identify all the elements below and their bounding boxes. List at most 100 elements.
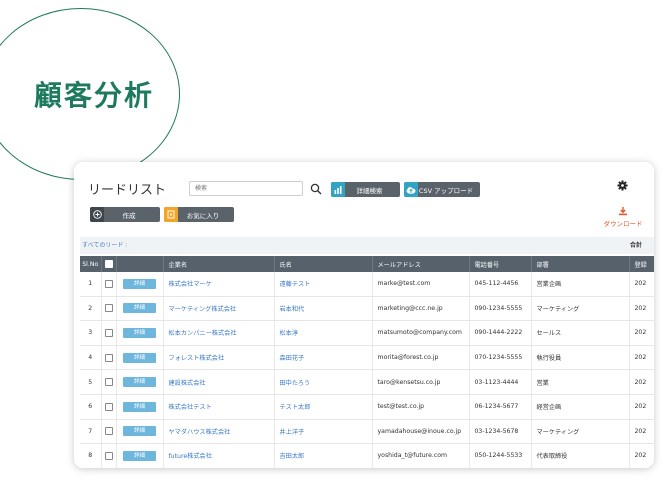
department-cell: 代表取締役 (531, 443, 630, 468)
contact-name-link[interactable]: テスト太郎 (280, 404, 311, 411)
company-link[interactable]: 株式会社マーケ (169, 281, 212, 288)
department-cell: 営業企画 (531, 272, 630, 297)
table-row: 8 詳細 future株式会社 吉田太郎 yoshida_t@future.com 050… (80, 443, 654, 468)
company-cell: future株式会社 (163, 443, 275, 468)
row-action-cell: 詳細 (116, 272, 164, 297)
company-link[interactable]: フォレスト株式会社 (169, 355, 225, 362)
detail-button[interactable]: 詳細 (123, 303, 156, 314)
row-checkbox[interactable] (104, 279, 113, 288)
col-header-email[interactable]: メールアドレス (372, 256, 470, 272)
table-row: 6 詳細 株式会社テスト テスト太郎 test@test.co.jp 06-1234-56… (80, 394, 654, 420)
company-link[interactable]: future株式会社 (169, 453, 212, 460)
lead-list-card: リードリスト 詳細検索 CSV アップロード 作成 お気に入 (74, 162, 654, 468)
contact-name-link[interactable]: 田中たろう (280, 380, 311, 387)
favorite-label: お気に入り (186, 211, 220, 220)
row-checkbox[interactable] (104, 378, 113, 387)
registered-cell: 202 (629, 320, 654, 346)
row-checkbox[interactable] (104, 328, 113, 337)
phone-cell: 070-1234-5555 (469, 345, 532, 371)
favorite-button[interactable]: お気に入り (164, 207, 234, 222)
row-number: 7 (80, 419, 102, 445)
view-selector[interactable]: すべてのリード ⁝ (82, 240, 127, 249)
csv-upload-button[interactable]: CSV アップロード (404, 182, 480, 197)
email-cell: matsumoto@company.com (372, 320, 470, 346)
registered-cell: 202 (629, 272, 654, 297)
contact-name-link[interactable]: 松本淳 (280, 330, 299, 337)
cloud-upload-icon (404, 182, 418, 197)
department-cell: 経営企画 (531, 394, 630, 420)
company-link[interactable]: 松本カンパニー株式会社 (169, 330, 237, 337)
row-action-cell: 詳細 (116, 369, 164, 395)
department-cell: 執行役員 (531, 345, 630, 371)
col-header-company[interactable]: 企業名 (163, 256, 275, 272)
row-checkbox[interactable] (104, 402, 113, 411)
table-row: 5 詳細 建設株式会社 田中たろう taro@kensetsu.co.jp 03-1123… (80, 369, 654, 395)
lead-table: Sl.No 企業名 氏名 メールアドレス 電話番号 部署 登録 1 詳細 株式会社マ… (80, 256, 654, 468)
email-cell: taro@kensetsu.co.jp (372, 369, 470, 395)
row-number: 5 (80, 369, 102, 395)
select-all-checkbox[interactable] (104, 260, 113, 268)
row-select-cell (101, 272, 117, 297)
detail-button[interactable]: 詳細 (123, 352, 156, 363)
row-select-cell (101, 419, 117, 445)
detail-search-label: 詳細検索 (356, 186, 383, 195)
contact-name-cell: 森田花子 (274, 345, 373, 371)
table-row: 3 詳細 松本カンパニー株式会社 松本淳 matsumoto@company.com 09… (80, 320, 654, 346)
col-header-name[interactable]: 氏名 (274, 256, 373, 272)
phone-cell: 03-1234-5678 (469, 419, 532, 445)
col-header-phone[interactable]: 電話番号 (469, 256, 532, 272)
row-select-cell (101, 369, 117, 395)
department-cell: マーケティング (531, 296, 630, 322)
create-button[interactable]: 作成 (90, 207, 160, 222)
search-input[interactable] (189, 181, 303, 196)
company-link[interactable]: 株式会社テスト (169, 404, 212, 411)
contact-name-link[interactable]: 岩本和代 (280, 306, 305, 313)
table-row: 2 詳細 マーケティング株式会社 岩本和代 marketing@ccc.ne.jp 090… (80, 296, 654, 322)
table-row: 4 詳細 フォレスト株式会社 森田花子 morita@forest.co.jp 070-1… (80, 345, 654, 371)
detail-button[interactable]: 詳細 (123, 327, 156, 338)
contact-name-link[interactable]: 井上洋子 (280, 429, 305, 436)
create-label: 作成 (122, 211, 136, 220)
col-header-dept[interactable]: 部署 (531, 256, 630, 272)
contact-name-cell: 松本淳 (274, 320, 373, 346)
row-checkbox[interactable] (104, 353, 113, 362)
row-checkbox[interactable] (104, 304, 113, 313)
row-number: 8 (80, 443, 102, 468)
contact-name-link[interactable]: 吉田太郎 (280, 453, 305, 460)
company-link[interactable]: ヤマダハウス株式会社 (169, 429, 231, 436)
row-checkbox[interactable] (104, 427, 113, 436)
search-icon[interactable] (310, 183, 322, 195)
row-checkbox[interactable] (104, 451, 113, 460)
detail-button[interactable]: 詳細 (123, 377, 156, 388)
company-cell: 株式会社マーケ (163, 272, 275, 297)
detail-button[interactable]: 詳細 (123, 426, 156, 437)
company-link[interactable]: 建設株式会社 (169, 380, 206, 387)
email-cell: marketing@ccc.ne.jp (372, 296, 470, 322)
registered-cell: 202 (629, 394, 654, 420)
download-button[interactable]: ダウンロード (601, 206, 645, 228)
col-header-select (101, 256, 117, 272)
company-cell: 建設株式会社 (163, 369, 275, 395)
email-cell: marke@test.com (372, 272, 470, 297)
download-icon (619, 207, 627, 216)
table-row: 1 詳細 株式会社マーケ 遠藤テスト marke@test.com 045-112-445… (80, 272, 654, 297)
department-cell: 営業 (531, 369, 630, 395)
chart-icon (331, 182, 345, 197)
company-link[interactable]: マーケティング株式会社 (169, 306, 237, 313)
row-select-cell (101, 394, 117, 420)
badge-title: 顧客分析 (34, 79, 155, 112)
detail-button[interactable]: 詳細 (123, 401, 156, 412)
company-cell: マーケティング株式会社 (163, 296, 275, 322)
page-title: リードリスト (88, 183, 167, 198)
contact-name-link[interactable]: 森田花子 (280, 355, 305, 362)
gear-icon[interactable] (617, 180, 628, 191)
row-number: 4 (80, 345, 102, 371)
bookmark-icon (164, 207, 178, 222)
email-cell: yoshida_t@future.com (372, 443, 470, 468)
detail-search-button[interactable]: 詳細検索 (331, 182, 400, 197)
detail-button[interactable]: 詳細 (123, 278, 156, 289)
detail-button[interactable]: 詳細 (123, 450, 156, 461)
col-header-registered[interactable]: 登録 (629, 256, 654, 272)
contact-name-link[interactable]: 遠藤テスト (280, 281, 311, 288)
registered-cell: 202 (629, 369, 654, 395)
